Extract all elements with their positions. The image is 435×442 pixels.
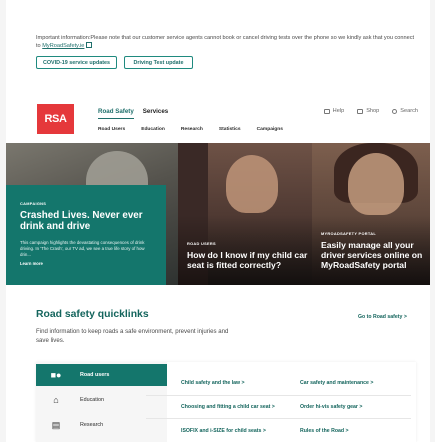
- covid-updates-button[interactable]: COVID-19 service updates: [36, 56, 117, 69]
- help-link[interactable]: Help: [323, 108, 345, 114]
- campaign-title: Crashed Lives. Never ever drink and driv…: [20, 210, 143, 232]
- link-hi-vis-gear[interactable]: Order hi-vis safety gear >: [300, 404, 362, 410]
- quicklinks-description: Find information to keep roads a safe en…: [36, 328, 229, 344]
- hero-tile-portal[interactable]: MYROADSAFETY PORTAL Easily manage all yo…: [312, 143, 430, 285]
- tile2-kicker: ROAD USERS: [187, 241, 216, 246]
- main-nav: Road Safety Services: [98, 108, 168, 119]
- hero-tile-campaign[interactable]: CAMPAIGNS Crashed Lives. Never ever drin…: [6, 143, 178, 285]
- link-label: Rules of the Road: [300, 428, 345, 434]
- subnav-road-users[interactable]: Road Users: [98, 127, 125, 132]
- go-to-road-safety-link[interactable]: Go to Road safety >: [358, 314, 407, 320]
- document-icon: ▤: [51, 419, 61, 430]
- utility-nav: Help Shop Search: [323, 108, 418, 114]
- hero-photo-child: [226, 155, 278, 213]
- link-car-safety-maintenance[interactable]: Car safety and maintenance >: [300, 380, 373, 386]
- chevron-right-icon: >: [403, 314, 407, 320]
- campaign-text: This campaign highlights the devastating…: [20, 240, 145, 257]
- sidebar-label: Road users: [80, 372, 110, 378]
- quicklinks-sidebar: ■● Road users ⌂ Education ▤ Research: [36, 362, 167, 442]
- notice-text: Important information:Please note that o…: [36, 35, 415, 49]
- link-label: ISOFIX and i-SIZE for child seats: [181, 428, 262, 434]
- page: Important information:Please note that o…: [6, 0, 430, 442]
- link-child-safety-law[interactable]: Child safety and the law >: [181, 380, 245, 386]
- subnav-campaigns[interactable]: Campaigns: [257, 127, 283, 132]
- link-label: Child safety and the law: [181, 380, 241, 386]
- link-row-divider: [146, 395, 411, 396]
- car-icon: ■●: [50, 370, 62, 380]
- chat-icon: [323, 108, 330, 114]
- tile3-kicker: MYROADSAFETY PORTAL: [321, 231, 377, 236]
- tile3-title: Easily manage all your driver services o…: [321, 240, 423, 270]
- sidebar-item-road-users[interactable]: ■● Road users: [36, 364, 167, 386]
- sidebar-label: Education: [80, 397, 104, 403]
- tile2-title: How do I know if my child car seat is fi…: [187, 250, 308, 270]
- go-label: Go to Road safety: [358, 314, 403, 320]
- myroadsafety-link[interactable]: MyRoadSafety.ie: [42, 43, 84, 49]
- sidebar-label: Research: [80, 422, 104, 428]
- tile3-caption: MYROADSAFETY PORTAL Easily manage all yo…: [321, 231, 430, 270]
- link-child-car-seat[interactable]: Choosing and fitting a child car seat >: [181, 404, 275, 410]
- nav-road-safety[interactable]: Road Safety: [98, 108, 134, 119]
- rsa-logo[interactable]: RSA: [37, 104, 74, 134]
- search-link[interactable]: Search: [392, 108, 418, 114]
- search-icon: [392, 108, 398, 114]
- link-label: Order hi-vis safety gear: [300, 404, 358, 410]
- link-row-divider: [146, 418, 411, 419]
- hero-carousel: CAMPAIGNS Crashed Lives. Never ever drin…: [6, 143, 430, 285]
- shop-icon: [357, 108, 364, 114]
- sub-nav: Road Users Education Research Statistics…: [98, 127, 283, 132]
- help-label: Help: [332, 108, 345, 114]
- external-link-icon: [86, 42, 93, 48]
- campaign-kicker: CAMPAIGNS: [20, 201, 47, 206]
- quicklinks-title: Road safety quicklinks: [36, 309, 149, 320]
- sidebar-item-education[interactable]: ⌂ Education: [36, 389, 167, 411]
- hero-tile-child-seat[interactable]: ROAD USERS How do I know if my child car…: [178, 143, 312, 285]
- campaign-card: CAMPAIGNS Crashed Lives. Never ever drin…: [6, 185, 166, 285]
- subnav-education[interactable]: Education: [141, 127, 165, 132]
- search-label: Search: [400, 108, 418, 114]
- hero-photo-woman-phone: [348, 153, 404, 215]
- driving-test-update-button[interactable]: Driving Test update: [124, 56, 193, 69]
- tile2-caption: ROAD USERS How do I know if my child car…: [187, 241, 312, 270]
- campaign-learn-more[interactable]: Learn more: [20, 261, 152, 266]
- shop-label: Shop: [366, 108, 380, 114]
- link-rules-of-road[interactable]: Rules of the Road >: [300, 428, 349, 434]
- nav-services[interactable]: Services: [143, 108, 168, 119]
- subnav-research[interactable]: Research: [181, 127, 203, 132]
- shop-link[interactable]: Shop: [357, 108, 379, 114]
- building-icon: ⌂: [53, 395, 59, 405]
- link-label: Car safety and maintenance: [300, 380, 369, 386]
- link-isofix[interactable]: ISOFIX and i-SIZE for child seats >: [181, 428, 266, 434]
- link-label: Choosing and fitting a child car seat: [181, 404, 271, 410]
- subnav-statistics[interactable]: Statistics: [219, 127, 241, 132]
- important-notice: Important information:Please note that o…: [36, 34, 416, 50]
